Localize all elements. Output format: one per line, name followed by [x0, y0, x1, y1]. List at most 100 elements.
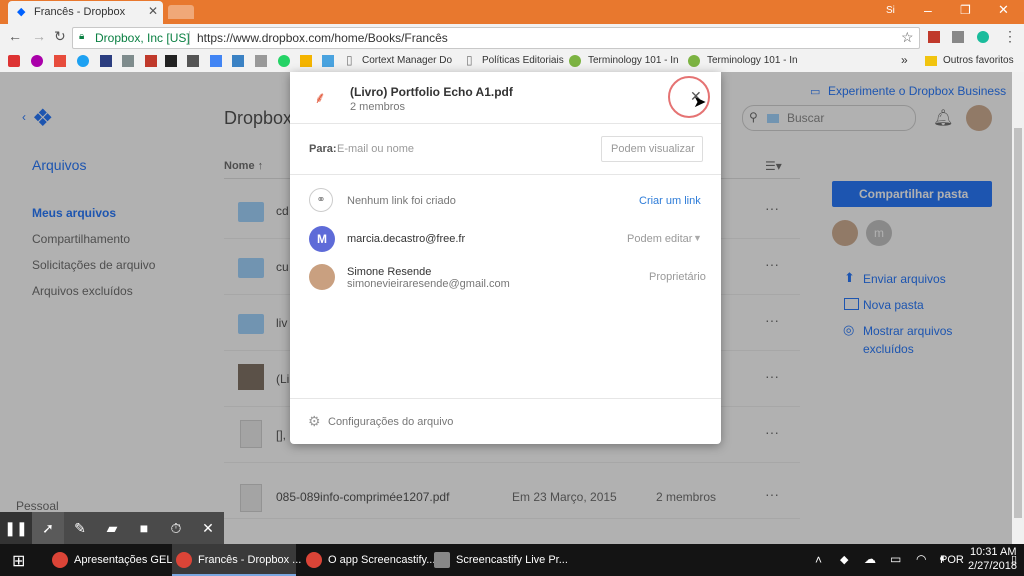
extension-icon[interactable]	[928, 31, 940, 43]
folder-icon	[925, 56, 937, 66]
dialog-members-count: 2 membros	[350, 101, 406, 113]
bookmark-terminology-2[interactable]: Terminology 101 - In	[707, 55, 798, 66]
dialog-divider	[290, 123, 721, 124]
member-email: simonevieiraresende@gmail.com	[347, 278, 510, 290]
taskbar-item[interactable]: O app Screencastify...	[302, 544, 435, 576]
taskbar-item-label: Francês - Dropbox ...	[198, 554, 302, 566]
extension-icon[interactable]	[977, 31, 989, 43]
bookmarks-more-icon[interactable]: »	[901, 53, 908, 67]
pen-icon[interactable]: ✎	[64, 512, 96, 544]
windows-start-icon[interactable]: ⊞	[12, 551, 25, 571]
create-link-button[interactable]: Criar um link	[639, 195, 701, 207]
omnibox-divider	[189, 31, 190, 45]
site-identity: Dropbox, Inc [US]	[95, 31, 190, 45]
screencastify-toolbar: ❚❚ ➚ ✎ ▰ ■ ⏱ ✕	[0, 512, 224, 544]
bookmark-icon[interactable]	[322, 55, 334, 67]
taskbar-item-label: O app Screencastify...	[328, 554, 436, 566]
clock-date[interactable]: 2/27/2018	[968, 560, 1017, 572]
back-icon[interactable]: ←	[8, 28, 22, 44]
film-icon	[434, 552, 450, 568]
taskbar-item[interactable]: Apresentações GEL...	[48, 544, 182, 576]
lock-icon: 🔒︎	[79, 31, 85, 42]
bookmark-icon[interactable]	[8, 55, 20, 67]
twitter-icon[interactable]	[77, 55, 89, 67]
dropbox-tray-icon[interactable]: ◆	[840, 553, 848, 566]
member-name: marcia.decastro@free.fr	[347, 233, 466, 245]
tab-title: Francês - Dropbox	[34, 6, 126, 18]
bookmark-icon[interactable]	[187, 55, 199, 67]
member-role-dropdown[interactable]: Podem editar	[627, 233, 692, 245]
clock-time[interactable]: 10:31 AM	[970, 546, 1016, 558]
close-icon[interactable]: ✕	[192, 512, 224, 544]
bookmarks-bar: ▯ Cortext Manager Do ▯ Políticas Editori…	[0, 50, 1024, 73]
to-input[interactable]: E-mail ou nome	[337, 143, 414, 155]
mouse-cursor-icon: ➤	[693, 94, 707, 111]
tab-dropbox[interactable]: ◆ Francês - Dropbox ✕	[8, 1, 163, 24]
bookmark-icon[interactable]	[232, 55, 244, 67]
language-label[interactable]: POR	[940, 554, 964, 566]
taskbar-item[interactable]: Screencastify Live Pr...	[430, 544, 568, 576]
page-icon: ▯	[346, 53, 353, 67]
wifi-icon[interactable]: ◠	[916, 552, 926, 566]
taskbar-item-label: Apresentações GEL...	[74, 554, 182, 566]
address-bar[interactable]: 🔒︎ Dropbox, Inc [US] https://www.dropbox…	[72, 27, 920, 49]
taskbar-item-active[interactable]: Francês - Dropbox ...	[172, 544, 301, 576]
window-close-icon[interactable]: ✕	[998, 2, 1009, 18]
tab-close-icon[interactable]: ✕	[148, 4, 158, 18]
bookmark-icon[interactable]	[100, 55, 112, 67]
chevron-down-icon[interactable]: ▼	[693, 233, 702, 243]
window-user[interactable]: Si	[886, 5, 895, 16]
timer-icon[interactable]: ⏱	[160, 512, 192, 544]
bookmark-icon[interactable]	[255, 55, 267, 67]
bookmark-icon[interactable]	[145, 55, 157, 67]
eraser-icon[interactable]: ▰	[96, 512, 128, 544]
chevron-up-icon[interactable]: ˄	[815, 553, 822, 567]
camera-icon[interactable]: ■	[128, 512, 160, 544]
calendar-icon[interactable]	[210, 55, 222, 67]
new-tab-button[interactable]	[168, 5, 194, 19]
bookmark-icon	[688, 55, 700, 67]
dialog-divider	[290, 174, 721, 175]
restore-icon[interactable]: ❐	[960, 3, 971, 17]
file-settings-link[interactable]: Configurações do arquivo	[328, 416, 453, 428]
bookmark-cortext[interactable]: Cortext Manager Do	[362, 55, 452, 66]
page-icon: ▯	[466, 53, 473, 67]
bookmark-icon[interactable]	[122, 55, 134, 67]
dialog-divider	[290, 398, 721, 399]
scrollbar-thumb[interactable]	[1014, 128, 1022, 518]
member-avatar	[309, 264, 335, 290]
chrome-icon	[52, 552, 68, 568]
other-bookmarks[interactable]: Outros favoritos	[943, 55, 1014, 66]
whatsapp-icon[interactable]	[278, 55, 290, 67]
forward-icon[interactable]: →	[32, 28, 46, 44]
chrome-icon	[306, 552, 322, 568]
gear-icon[interactable]: ⚙	[308, 413, 321, 430]
dropbox-favicon-icon: ◆	[17, 6, 26, 18]
minimize-icon[interactable]: –	[924, 2, 932, 18]
bookmark-politicas[interactable]: Políticas Editoriais	[482, 55, 564, 66]
pdf-file-icon: ⸙	[314, 90, 327, 107]
cloud-icon[interactable]: ☁	[864, 552, 876, 566]
notifications-icon[interactable]: ▯	[1011, 553, 1017, 566]
bookmark-icon[interactable]	[165, 55, 177, 67]
pause-icon[interactable]: ❚❚	[0, 512, 32, 544]
extension-icon[interactable]	[952, 31, 964, 43]
dialog-file-name: (Livro) Portfolio Echo A1.pdf	[350, 85, 513, 99]
bookmark-icon[interactable]	[54, 55, 66, 67]
share-dialog: ⸙ (Livro) Portfolio Echo A1.pdf 2 membro…	[290, 72, 721, 444]
url-text[interactable]: https://www.dropbox.com/home/Books/Franc…	[197, 31, 448, 45]
no-link-text: Nenhum link foi criado	[347, 195, 456, 207]
battery-icon[interactable]: ▭	[890, 552, 901, 566]
bookmark-icon[interactable]	[31, 55, 43, 67]
bookmark-star-icon[interactable]: ☆	[901, 29, 914, 46]
bookmark-icon	[569, 55, 581, 67]
drive-icon[interactable]	[300, 55, 312, 67]
chrome-icon	[176, 552, 192, 568]
cursor-icon[interactable]: ➚	[32, 512, 64, 544]
permission-button[interactable]: Podem visualizar	[601, 136, 703, 162]
permission-label: Podem visualizar	[611, 143, 695, 155]
reload-icon[interactable]: ↻	[54, 28, 66, 45]
bookmark-terminology-1[interactable]: Terminology 101 - In	[588, 55, 679, 66]
menu-icon[interactable]: ⋮	[1003, 28, 1017, 45]
link-icon: ⚭	[309, 188, 333, 212]
